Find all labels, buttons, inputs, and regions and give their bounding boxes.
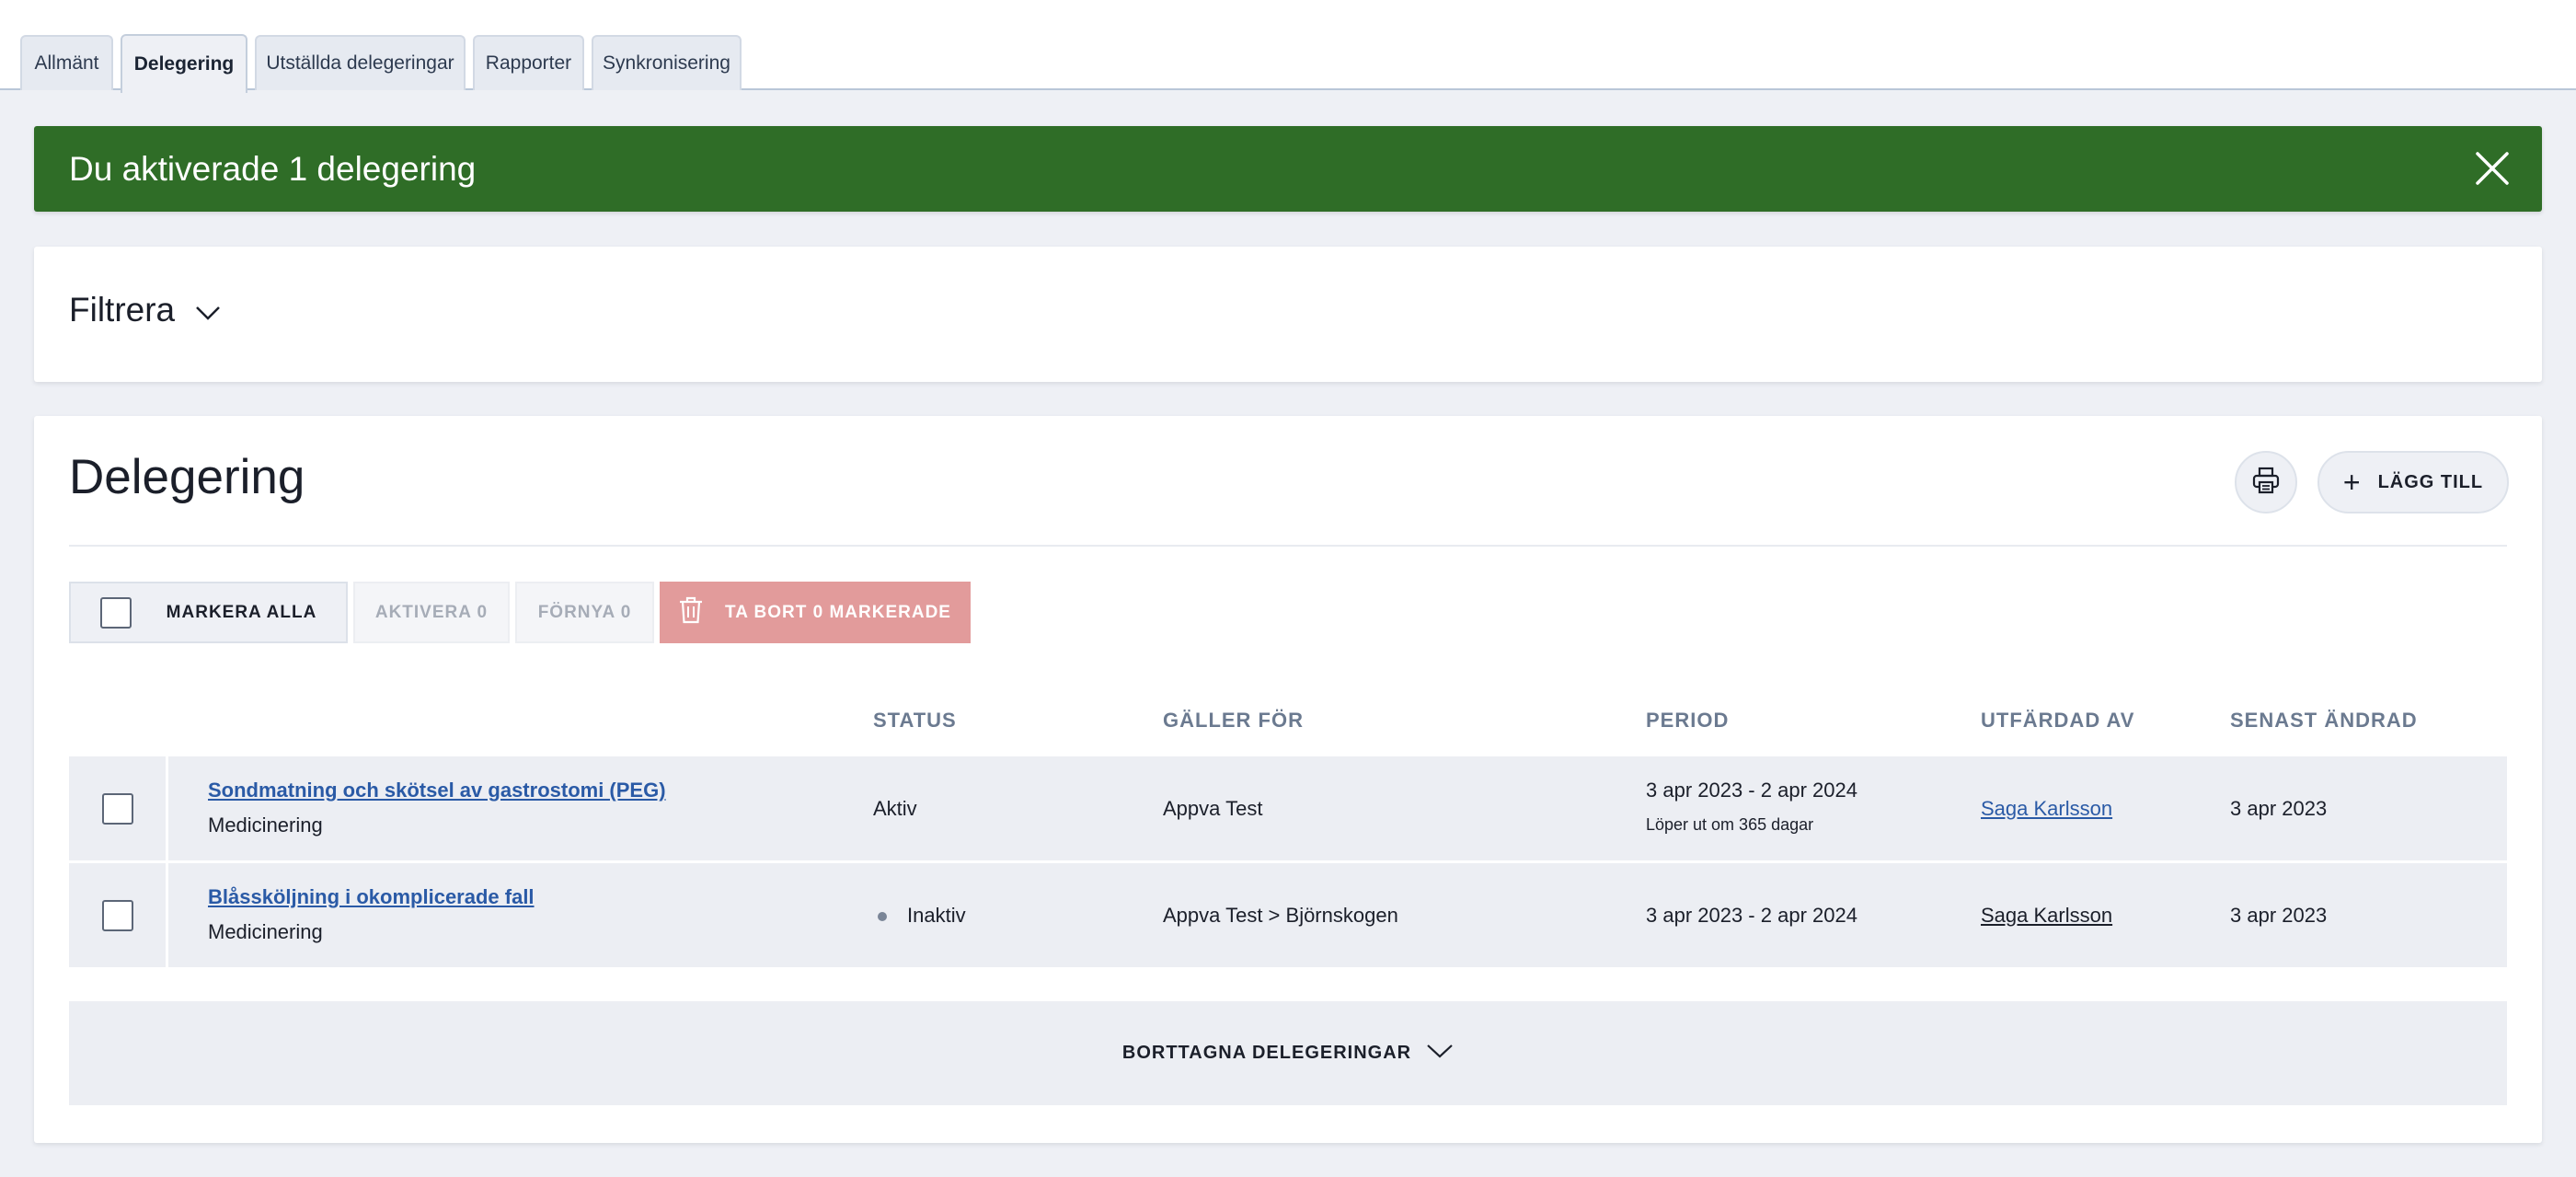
select-all-checkbox[interactable]: [99, 596, 132, 629]
issued-by-link[interactable]: Saga Karlsson: [1981, 904, 2112, 928]
renew-button[interactable]: FÖRNYA 0: [515, 582, 654, 643]
column-header-status[interactable]: STATUS: [873, 709, 957, 733]
delegation-category: Medicinering: [208, 814, 323, 837]
tab-bar: Allmänt Delegering Utställda delegeringa…: [0, 0, 2576, 93]
column-header-last-changed[interactable]: SENAST ÄNDRAD: [2230, 709, 2418, 733]
alert-message: Du aktiverade 1 delegering: [69, 149, 477, 188]
column-header-period[interactable]: PERIOD: [1646, 709, 1729, 733]
tab-synkronisering[interactable]: Synkronisering: [592, 35, 742, 90]
filter-toggle[interactable]: Filtrera: [69, 291, 221, 329]
period-text: 3 apr 2023 - 2 apr 2024: [1646, 779, 1857, 802]
tab-utstallda-delegeringar[interactable]: Utställda delegeringar: [255, 35, 466, 90]
delete-selected-label: TA BORT 0 MARKERADE: [725, 602, 951, 622]
period-text: 3 apr 2023 - 2 apr 2024: [1646, 904, 1857, 927]
last-changed-text: 3 apr 2023: [2230, 904, 2328, 927]
column-header-issued-by[interactable]: UTFÄRDAD AV: [1981, 709, 2134, 733]
divider: [69, 545, 2507, 547]
tab-allmant[interactable]: Allmänt: [20, 35, 113, 90]
trash-icon: [679, 596, 703, 629]
delegation-title-link[interactable]: Blåssköljning i okomplicerade fall: [208, 885, 535, 909]
filter-title: Filtrera: [69, 291, 176, 329]
removed-delegations-label: BORTTAGNA DELEGERINGAR: [1121, 1043, 1412, 1063]
last-changed-text: 3 apr 2023: [2230, 797, 2328, 820]
close-icon[interactable]: [2474, 150, 2511, 187]
status-text: Aktiv: [873, 797, 917, 820]
add-button[interactable]: + LÄGG TILL: [2317, 451, 2509, 513]
delegation-title-link[interactable]: Sondmatning och skötsel av gastrostomi (…: [208, 779, 666, 802]
add-button-label: LÄGG TILL: [2377, 471, 2484, 492]
select-all-label: MARKERA ALLA: [166, 602, 317, 622]
chevron-down-icon: [1411, 1043, 1454, 1065]
status-text: Inaktiv: [907, 904, 966, 927]
row-checkbox-cell: [69, 863, 168, 967]
issued-by-link[interactable]: Saga Karlsson: [1981, 797, 2112, 821]
period-expiry-note: Löper ut om 365 dagar: [1646, 815, 1814, 834]
status-cell: Inaktiv: [878, 904, 966, 928]
tab-rapporter[interactable]: Rapporter: [473, 35, 584, 90]
tab-delegering[interactable]: Delegering: [121, 34, 247, 93]
row-checkbox-cell: [69, 756, 168, 860]
row-checkbox[interactable]: [101, 792, 133, 825]
column-header-applies-to[interactable]: GÄLLER FÖR: [1163, 709, 1304, 733]
table-row: Sondmatning och skötsel av gastrostomi (…: [69, 756, 2507, 860]
select-all-button[interactable]: MARKERA ALLA: [69, 582, 348, 643]
page-title: Delegering: [69, 450, 305, 504]
status-dot-icon: [878, 912, 887, 922]
print-button[interactable]: [2235, 451, 2297, 513]
delete-selected-button[interactable]: TA BORT 0 MARKERADE: [660, 582, 971, 643]
filter-panel: Filtrera: [34, 247, 2542, 382]
applies-to-text: Appva Test: [1163, 797, 1263, 820]
delegation-category: Medicinering: [208, 920, 323, 943]
printer-icon: [2251, 466, 2281, 500]
removed-delegations-toggle[interactable]: BORTTAGNA DELEGERINGAR: [69, 1001, 2507, 1105]
applies-to-text: Appva Test > Björnskogen: [1163, 904, 1398, 927]
success-alert: Du aktiverade 1 delegering: [34, 126, 2542, 212]
plus-icon: +: [2342, 466, 2362, 499]
table-row: Blåssköljning i okomplicerade fall Medic…: [69, 863, 2507, 967]
row-checkbox[interactable]: [101, 899, 133, 931]
delegation-panel: Delegering + LÄGG TILL MARKERA ALLA AKTI…: [34, 416, 2542, 1143]
chevron-down-icon: [195, 291, 221, 329]
activate-button[interactable]: AKTIVERA 0: [353, 582, 510, 643]
